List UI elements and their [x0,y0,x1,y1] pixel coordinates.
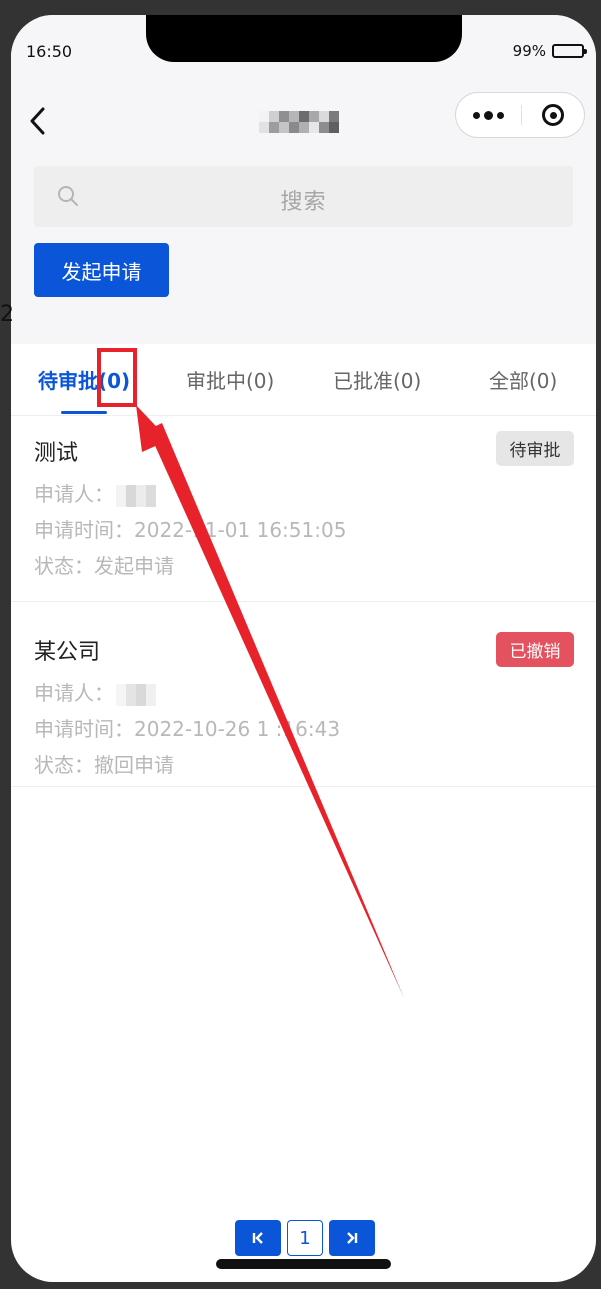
battery-icon [552,44,587,58]
first-page-icon [252,1232,263,1244]
chevron-left-icon [30,107,45,135]
first-page-button[interactable] [235,1220,281,1256]
page-number[interactable]: 1 [287,1220,323,1256]
tab-all[interactable]: 全部(0) [489,365,557,394]
record-title: 某公司 [34,640,101,665]
applicant-label: 申请人： [34,681,114,705]
phone-screen: 16:50 99% 搜索 发起申请 待审批(0) 审批中(0) 已批准(0) 全… [11,15,596,1282]
apply-time-line: 申请时间：2022-11-01 16:51:05 [34,514,346,543]
search-placeholder: 搜索 [280,190,327,215]
tab-approved[interactable]: 已批准(0) [333,365,421,394]
apply-time-value: 2022-11-01 16:51:05 [134,518,347,542]
pagination: 1 [235,1220,375,1256]
apply-time-line: 申请时间：2022-10-26 1 :16:43 [34,713,340,742]
more-dots-icon [473,111,480,119]
applicant-line: 申请人： [34,478,156,507]
search-input[interactable]: 搜索 [34,166,573,227]
status-tabs: 待审批(0) 审批中(0) 已批准(0) 全部(0) [11,344,596,416]
target-icon [542,104,564,126]
page-title-obscured [259,111,339,133]
status-badge: 已撤销 [496,632,574,667]
close-miniprogram-button[interactable] [522,93,584,137]
status-value: 发起申请 [94,554,174,578]
status-badge: 待审批 [496,431,574,466]
applicant-label: 申请人： [34,482,114,506]
applicant-obscured [116,683,156,706]
stray-number: 2 [0,302,14,327]
record-title: 测试 [34,441,79,466]
miniprogram-capsule [455,92,585,138]
device-notch [146,15,462,62]
apply-time-value: 2022-10-26 1 :16:43 [134,717,341,741]
back-button[interactable] [23,103,53,139]
applicant-obscured [116,484,156,507]
apply-button[interactable]: 发起申请 [34,243,169,297]
active-tab-indicator [61,411,107,414]
status-label: 状态： [34,554,94,578]
home-indicator [216,1259,391,1269]
status-battery: 99% [512,42,587,60]
status-line: 状态：发起申请 [34,550,174,579]
tab-in-review[interactable]: 审批中(0) [186,365,274,394]
status-time: 16:50 [26,42,73,61]
status-line: 状态：撤回申请 [34,749,174,778]
list-item[interactable]: 某公司 已撤销 申请人： 申请时间：2022-10-26 1 :16:43 状态… [11,601,596,787]
apply-time-label: 申请时间： [34,717,134,741]
header-area: 16:50 99% 搜索 发起申请 [11,15,596,344]
more-button[interactable] [456,93,521,137]
list-item[interactable]: 测试 待审批 申请人： 申请时间：2022-11-01 16:51:05 状态：… [11,416,596,602]
status-value: 撤回申请 [94,753,174,777]
last-page-button[interactable] [329,1220,375,1256]
status-label: 状态： [34,753,94,777]
applicant-line: 申请人： [34,677,156,706]
apply-time-label: 申请时间： [34,518,134,542]
battery-percent: 99% [512,42,546,60]
last-page-icon [347,1232,358,1244]
tab-pending[interactable]: 待审批(0) [38,365,130,394]
